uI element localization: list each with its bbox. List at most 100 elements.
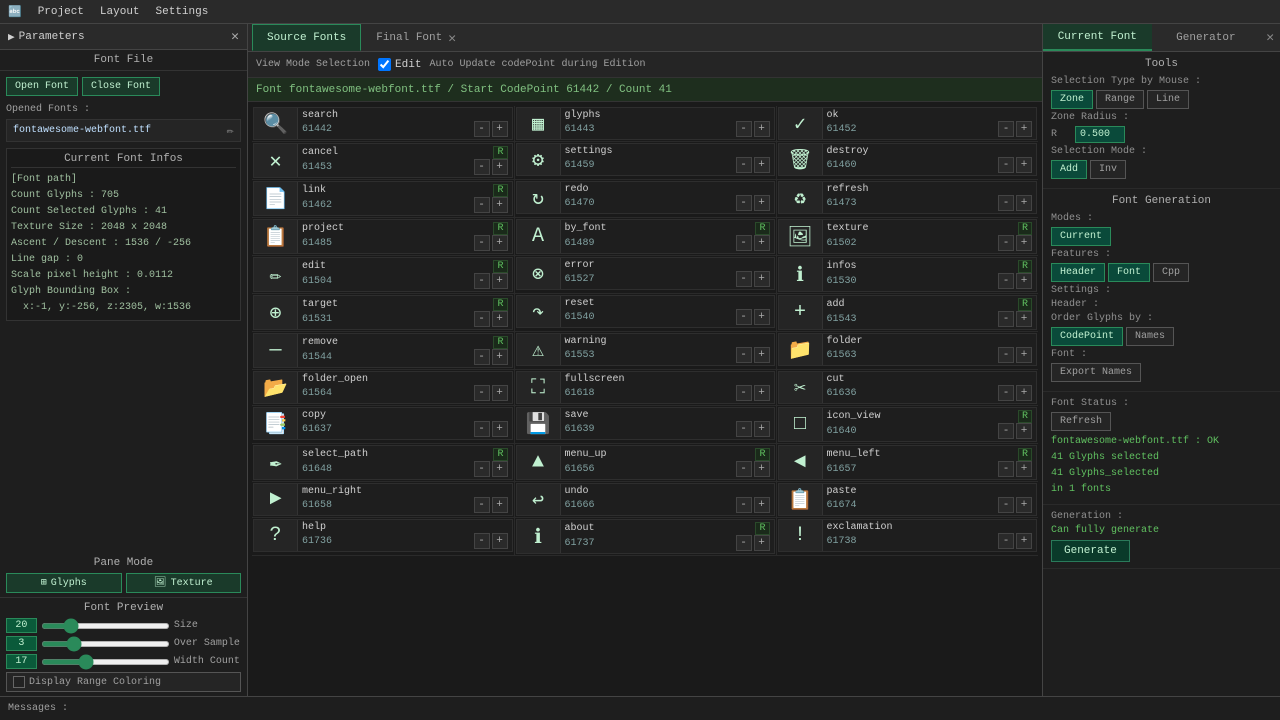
size-slider[interactable] bbox=[41, 623, 170, 629]
codepoint-order-button[interactable]: CodePoint bbox=[1051, 327, 1123, 346]
glyph-icon-area[interactable]: 📂 bbox=[254, 372, 298, 403]
glyph-icon-area[interactable]: ⚠ bbox=[517, 334, 561, 365]
glyph-icon-area[interactable]: ► bbox=[254, 484, 298, 515]
glyph-minus-button[interactable]: - bbox=[736, 309, 752, 325]
glyph-plus-button[interactable]: + bbox=[754, 121, 770, 137]
glyph-minus-button[interactable]: - bbox=[736, 385, 752, 401]
glyph-icon-area[interactable]: ◄ bbox=[779, 446, 823, 479]
line-button[interactable]: Line bbox=[1147, 90, 1189, 109]
glyph-plus-button[interactable]: + bbox=[754, 385, 770, 401]
glyph-minus-button[interactable]: - bbox=[998, 157, 1014, 173]
glyph-icon-area[interactable]: ✓ bbox=[779, 108, 823, 139]
right-panel-close[interactable]: ✕ bbox=[1260, 30, 1280, 45]
glyph-minus-button[interactable]: - bbox=[736, 271, 752, 287]
glyph-minus-button[interactable]: - bbox=[736, 497, 752, 513]
glyph-minus-button[interactable]: - bbox=[998, 195, 1014, 211]
glyph-icon-area[interactable]: — bbox=[254, 334, 298, 367]
glyph-plus-button[interactable]: + bbox=[754, 309, 770, 325]
zone-button[interactable]: Zone bbox=[1051, 90, 1093, 109]
glyph-icon-area[interactable]: 📑 bbox=[254, 408, 298, 439]
glyph-minus-button[interactable]: - bbox=[474, 197, 490, 213]
glyphs-pane-button[interactable]: ⊞ Glyphs bbox=[6, 573, 122, 593]
edit-checkbox[interactable]: Edit bbox=[378, 58, 421, 71]
glyph-icon-area[interactable]: ↻ bbox=[517, 182, 561, 213]
zone-radius-input[interactable] bbox=[1075, 126, 1125, 143]
glyph-plus-button[interactable]: + bbox=[492, 497, 508, 513]
refresh-button[interactable]: Refresh bbox=[1051, 412, 1111, 431]
edit-check-input[interactable] bbox=[378, 58, 391, 71]
glyph-icon-area[interactable]: ? bbox=[254, 520, 298, 551]
glyph-plus-button[interactable]: + bbox=[754, 271, 770, 287]
glyph-minus-button[interactable]: - bbox=[736, 157, 752, 173]
glyph-plus-button[interactable]: + bbox=[492, 311, 508, 327]
tab-current-font[interactable]: Current Font bbox=[1043, 24, 1152, 51]
open-font-button[interactable]: Open Font bbox=[6, 77, 78, 96]
glyph-icon-area[interactable]: 📋 bbox=[779, 484, 823, 515]
glyph-plus-button[interactable]: + bbox=[754, 347, 770, 363]
glyph-icon-area[interactable]: ↷ bbox=[517, 296, 561, 327]
glyph-icon-area[interactable]: ✂ bbox=[779, 372, 823, 403]
glyph-icon-area[interactable]: ⊗ bbox=[517, 258, 561, 289]
glyph-plus-button[interactable]: + bbox=[754, 535, 770, 551]
glyph-minus-button[interactable]: - bbox=[736, 235, 752, 251]
glyph-plus-button[interactable]: + bbox=[492, 421, 508, 437]
layout-menu[interactable]: Layout bbox=[100, 6, 140, 18]
glyph-plus-button[interactable]: + bbox=[1016, 273, 1032, 289]
glyph-minus-button[interactable]: - bbox=[998, 273, 1014, 289]
texture-pane-button[interactable]: 🖼 Texture bbox=[126, 573, 242, 593]
inv-mode-button[interactable]: Inv bbox=[1090, 160, 1126, 179]
glyph-plus-button[interactable]: + bbox=[754, 497, 770, 513]
glyph-minus-button[interactable]: - bbox=[474, 421, 490, 437]
glyph-plus-button[interactable]: + bbox=[492, 235, 508, 251]
glyph-icon-area[interactable]: 💾 bbox=[517, 408, 561, 439]
glyph-minus-button[interactable]: - bbox=[474, 159, 490, 175]
glyph-minus-button[interactable]: - bbox=[998, 121, 1014, 137]
export-names-button[interactable]: Export Names bbox=[1051, 363, 1141, 382]
glyph-minus-button[interactable]: - bbox=[998, 533, 1014, 549]
glyph-minus-button[interactable]: - bbox=[474, 121, 490, 137]
glyph-plus-button[interactable]: + bbox=[1016, 235, 1032, 251]
glyph-minus-button[interactable]: - bbox=[474, 533, 490, 549]
glyph-plus-button[interactable]: + bbox=[492, 385, 508, 401]
glyph-icon-area[interactable]: 🗑 bbox=[779, 144, 823, 175]
glyph-minus-button[interactable]: - bbox=[998, 235, 1014, 251]
glyph-icon-area[interactable]: ⚙ bbox=[517, 144, 561, 175]
add-mode-button[interactable]: Add bbox=[1051, 160, 1087, 179]
glyph-plus-button[interactable]: + bbox=[492, 197, 508, 213]
glyph-minus-button[interactable]: - bbox=[998, 423, 1014, 439]
glyph-minus-button[interactable]: - bbox=[736, 535, 752, 551]
glyph-plus-button[interactable]: + bbox=[1016, 461, 1032, 477]
glyph-icon-area[interactable]: 🖼 bbox=[779, 220, 823, 253]
close-font-button[interactable]: Close Font bbox=[82, 77, 160, 96]
glyph-minus-button[interactable]: - bbox=[998, 385, 1014, 401]
glyph-minus-button[interactable]: - bbox=[474, 461, 490, 477]
header-feature-button[interactable]: Header bbox=[1051, 263, 1105, 282]
glyph-minus-button[interactable]: - bbox=[736, 121, 752, 137]
glyph-icon-area[interactable]: ℹ bbox=[517, 520, 561, 553]
settings-menu[interactable]: Settings bbox=[156, 6, 209, 18]
glyph-minus-button[interactable]: - bbox=[736, 421, 752, 437]
glyph-plus-button[interactable]: + bbox=[492, 349, 508, 365]
glyph-minus-button[interactable]: - bbox=[474, 311, 490, 327]
glyph-minus-button[interactable]: - bbox=[474, 235, 490, 251]
glyph-minus-button[interactable]: - bbox=[474, 349, 490, 365]
glyph-icon-area[interactable]: ✏ bbox=[254, 258, 298, 291]
glyph-icon-area[interactable]: 📁 bbox=[779, 334, 823, 365]
glyph-plus-button[interactable]: + bbox=[1016, 497, 1032, 513]
cpp-feature-button[interactable]: Cpp bbox=[1153, 263, 1189, 282]
current-mode-button[interactable]: Current bbox=[1051, 227, 1111, 246]
glyph-icon-area[interactable]: ! bbox=[779, 520, 823, 551]
glyph-plus-button[interactable]: + bbox=[754, 235, 770, 251]
width-slider[interactable] bbox=[41, 659, 170, 665]
tab-final-close[interactable]: ✕ bbox=[448, 31, 456, 46]
tab-source-fonts[interactable]: Source Fonts bbox=[252, 24, 361, 51]
glyph-icon-area[interactable]: ↩ bbox=[517, 484, 561, 515]
glyph-icon-area[interactable]: ♻ bbox=[779, 182, 823, 213]
glyph-minus-button[interactable]: - bbox=[736, 461, 752, 477]
glyph-plus-button[interactable]: + bbox=[492, 461, 508, 477]
glyph-icon-area[interactable]: ✕ bbox=[254, 144, 298, 177]
glyph-minus-button[interactable]: - bbox=[736, 195, 752, 211]
glyph-plus-button[interactable]: + bbox=[754, 195, 770, 211]
glyph-plus-button[interactable]: + bbox=[1016, 157, 1032, 173]
range-button[interactable]: Range bbox=[1096, 90, 1144, 109]
